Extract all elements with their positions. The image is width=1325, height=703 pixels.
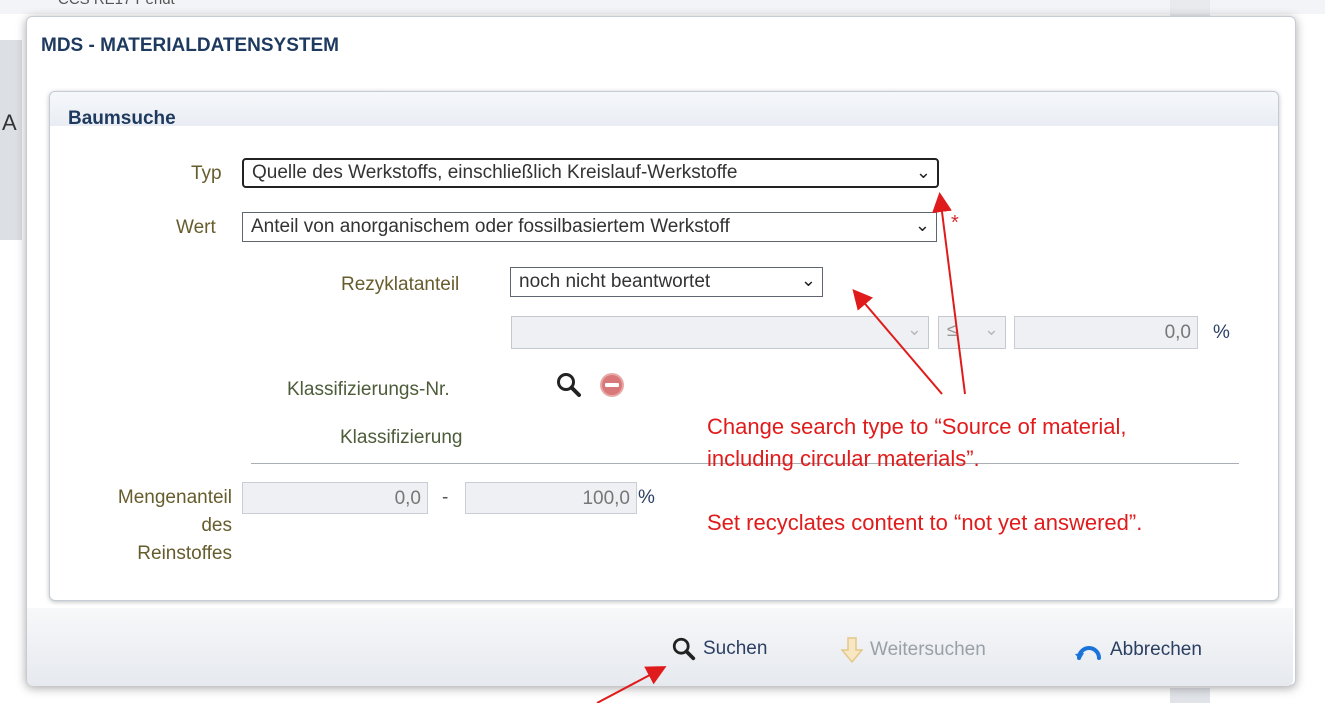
undo-icon <box>1075 646 1101 660</box>
continue-search-label: Weitersuchen <box>870 639 986 660</box>
background-scrollbar-bottom <box>1170 688 1210 703</box>
search-button-label: Suchen <box>703 638 768 659</box>
chevron-down-icon: ⌄ <box>800 270 816 290</box>
klassifizierung-label: Klassifizierung <box>340 427 463 448</box>
chevron-down-icon: ⌄ <box>914 215 930 235</box>
typ-label: Typ <box>191 163 222 184</box>
mds-dialog: MDS - MATERIALDATENSYSTEM Baumsuche <box>26 16 1296 686</box>
wert-select-value: Anteil von anorganischem oder fossilbasi… <box>251 216 730 237</box>
typ-select-value: Quelle des Werkstoffs, einschließlich Kr… <box>252 162 738 183</box>
annotation-line-1: Change search type to “Source of materia… <box>707 414 1127 439</box>
chevron-down-icon: ⌄ <box>983 319 999 339</box>
background-sidebar <box>0 40 22 240</box>
operator-select[interactable]: ≤ ⌄ <box>938 316 1006 349</box>
background-text-fragment: CCS RE17 Pendt <box>58 0 175 8</box>
required-marker: * <box>951 212 959 234</box>
cancel-button[interactable]: Abbrechen <box>1074 636 1202 668</box>
range-separator: - <box>442 487 449 508</box>
wert-select[interactable]: Anteil von anorganischem oder fossilbasi… <box>242 212 937 242</box>
rezyklatanteil-select[interactable]: noch nicht beantwortet ⌄ <box>510 267 823 297</box>
mengenanteil-label: Mengenanteil des Reinstoffes <box>60 484 232 568</box>
range-attribute-select[interactable]: ⌄ <box>511 316 929 349</box>
typ-select[interactable]: Quelle des Werkstoffs, einschließlich Kr… <box>242 158 939 188</box>
cancel-button-label: Abbrechen <box>1110 639 1202 660</box>
range-value-input[interactable]: 0,0 <box>1014 316 1198 349</box>
mengenanteil-unit: % <box>638 487 655 508</box>
search-button[interactable]: Suchen <box>671 636 767 668</box>
search-icon[interactable] <box>555 371 583 399</box>
dialog-title: MDS - MATERIALDATENSYSTEM <box>41 35 340 56</box>
range-unit: % <box>1213 322 1230 343</box>
background-letter: A <box>2 110 17 135</box>
background-header <box>0 0 1325 14</box>
klassifizierungs-nr-label: Klassifizierungs-Nr. <box>287 379 450 400</box>
chevron-down-icon: ⌄ <box>906 319 922 339</box>
annotation-line-2: including circular materials”. <box>707 446 980 471</box>
rezyklatanteil-select-value: noch nicht beantwortet <box>519 271 711 292</box>
arrow-down-icon <box>840 637 864 664</box>
remove-icon[interactable] <box>598 371 626 399</box>
rezyklatanteil-label: Rezyklatanteil <box>341 274 460 295</box>
mengenanteil-min-input[interactable]: 0,0 <box>242 482 428 514</box>
operator-value: ≤ <box>947 320 958 341</box>
mengenanteil-label-line: Mengenanteil <box>117 487 232 508</box>
annotation-line-3: Set recyclates content to “not yet answe… <box>707 510 1143 535</box>
panel-title: Baumsuche <box>68 108 176 129</box>
panel-header <box>50 92 1278 126</box>
chevron-down-icon: ⌄ <box>915 162 931 182</box>
mengenanteil-max-input[interactable]: 100,0 <box>465 482 637 514</box>
mengenanteil-label-line: des <box>201 515 232 536</box>
search-icon <box>672 637 696 661</box>
wert-label: Wert <box>176 217 216 238</box>
continue-search-button[interactable]: Weitersuchen <box>840 636 986 668</box>
mengenanteil-label-line: Reinstoffes <box>137 543 232 564</box>
